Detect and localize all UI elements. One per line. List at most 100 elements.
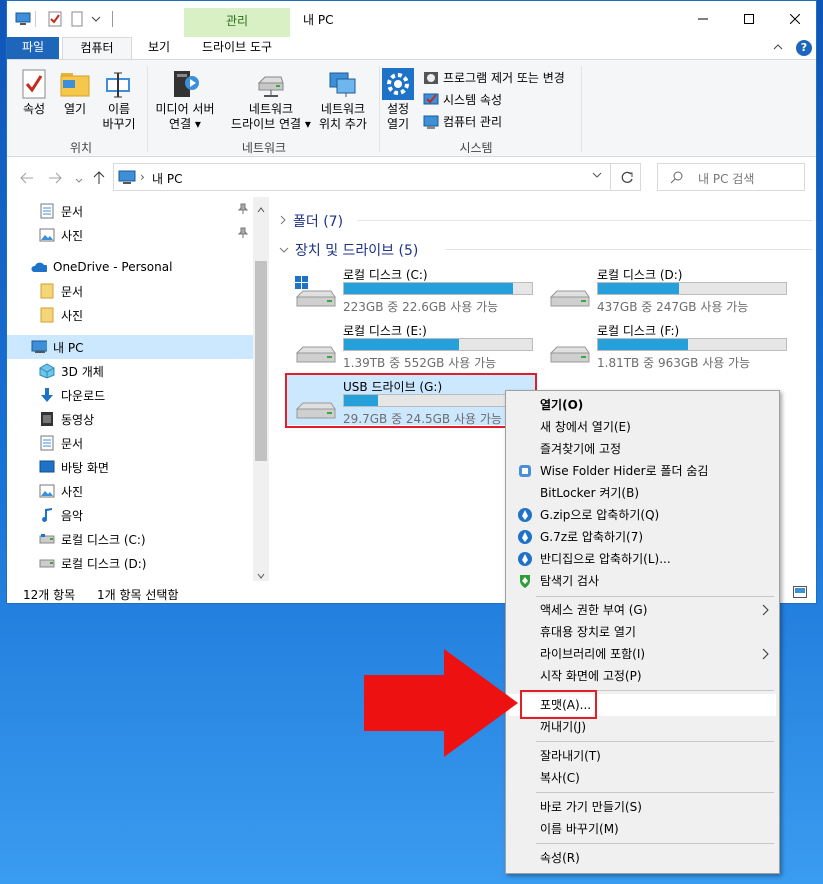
- group-header-folders[interactable]: 폴더 (7): [279, 211, 343, 231]
- nav-item-quick-documents[interactable]: 문서: [7, 199, 253, 223]
- drive-usage-bar: [343, 338, 533, 351]
- menu-item-copy[interactable]: 복사(C): [509, 767, 776, 789]
- menu-item-open[interactable]: 열기(O): [509, 394, 776, 416]
- menu-separator: [536, 843, 774, 844]
- add-location-line1: 네트워크: [320, 102, 366, 116]
- menu-item-cut[interactable]: 잘라내기(T): [509, 745, 776, 767]
- help-icon[interactable]: ?: [796, 40, 812, 56]
- nav-item-quick-pictures[interactable]: 사진: [7, 223, 253, 247]
- computer-management-label: 컴퓨터 관리: [443, 115, 503, 129]
- drive-name: 로컬 디스크 (D:): [597, 268, 683, 282]
- menu-item-explorer-scan[interactable]: 탐색기 검사: [509, 570, 776, 592]
- properties-check-icon[interactable]: [47, 11, 63, 27]
- uninstall-label: 프로그램 제거 또는 변경: [443, 71, 565, 85]
- menu-item-wise-folder-hider[interactable]: Wise Folder Hider로 폴더 숨김: [509, 460, 776, 482]
- breadcrumb[interactable]: 내 PC: [152, 170, 182, 187]
- up-arrow-icon[interactable]: [91, 170, 107, 186]
- pin-icon[interactable]: [237, 227, 249, 242]
- tab-file[interactable]: 파일: [7, 37, 59, 59]
- menu-item-open-new-window[interactable]: 새 창에서 열기(E): [509, 416, 776, 438]
- address-dropdown-icon[interactable]: [592, 170, 602, 183]
- system-properties-button[interactable]: 시스템 속성: [423, 90, 502, 110]
- nav-item-documents[interactable]: 문서: [7, 431, 253, 455]
- pc-icon[interactable]: [15, 11, 31, 27]
- rename-button[interactable]: 이름 바꾸기: [95, 68, 143, 132]
- tab-manage[interactable]: 관리: [184, 8, 290, 37]
- menu-item-bitlocker[interactable]: BitLocker 켜기(B): [509, 482, 776, 504]
- tab-view[interactable]: 보기: [134, 37, 184, 59]
- divider: [147, 66, 148, 152]
- computer-management-button[interactable]: 컴퓨터 관리: [423, 112, 502, 132]
- menu-item-include-library[interactable]: 라이브러리에 포함(I): [509, 643, 776, 665]
- nav-item-onedrive-documents[interactable]: 문서: [7, 279, 253, 303]
- open-settings-button[interactable]: 설정 열기: [381, 68, 415, 132]
- menu-item-eject[interactable]: 꺼내기(J): [509, 716, 776, 738]
- red-arrow-icon: [364, 649, 518, 757]
- nav-item-drive-c[interactable]: 로컬 디스크 (C:): [7, 527, 253, 551]
- tab-computer[interactable]: 컴퓨터: [62, 37, 132, 60]
- media-server-button[interactable]: 미디어 서버 연결 ▾: [151, 68, 219, 132]
- collapse-ribbon-icon[interactable]: [772, 41, 784, 56]
- menu-item-zip[interactable]: G.zip으로 압축하기(Q): [509, 504, 776, 526]
- media-server-line1: 미디어 서버: [155, 102, 215, 116]
- open-label: 열기: [63, 102, 87, 116]
- menu-item-pin-start[interactable]: 시작 화면에 고정(P): [509, 665, 776, 687]
- drive-usage-fill: [344, 339, 459, 350]
- map-drive-button[interactable]: 네트워크 드라이브 연결 ▾: [223, 68, 319, 132]
- drive-d[interactable]: 로컬 디스크 (D:) 437GB 중 247GB 사용 가능: [541, 263, 791, 314]
- properties-button[interactable]: 속성: [17, 68, 51, 117]
- menu-item-give-access[interactable]: 액세스 권한 부여 (G): [509, 599, 776, 621]
- scroll-up-icon[interactable]: [257, 203, 265, 216]
- nav-item-videos[interactable]: 동영상: [7, 407, 253, 431]
- menu-item-open-portable[interactable]: 휴대용 장치로 열기: [509, 621, 776, 643]
- menu-item-7z[interactable]: G.7z로 압축하기(7): [509, 526, 776, 548]
- back-arrow-icon[interactable]: [19, 170, 35, 186]
- drive-e[interactable]: 로컬 디스크 (E:) 1.39TB 중 552GB 사용 가능: [287, 319, 537, 370]
- pin-icon[interactable]: [237, 203, 249, 218]
- scroll-down-icon[interactable]: [257, 569, 265, 581]
- uninstall-program-button[interactable]: 프로그램 제거 또는 변경: [423, 68, 565, 88]
- search-input[interactable]: 내 PC 검색: [657, 163, 805, 191]
- add-network-location-button[interactable]: 네트워크 위치 추가: [309, 68, 377, 132]
- drive-f[interactable]: 로컬 디스크 (F:) 1.81TB 중 963GB 사용 가능: [541, 319, 791, 370]
- new-document-icon[interactable]: [69, 11, 85, 27]
- group-header-devices[interactable]: 장치 및 드라이브 (5): [279, 240, 418, 260]
- large-icons-view-icon[interactable]: [793, 586, 807, 601]
- minimize-button[interactable]: [680, 1, 726, 37]
- close-button[interactable]: [772, 1, 816, 37]
- recent-chevron-icon[interactable]: [71, 173, 87, 189]
- nav-item-drive-d[interactable]: 로컬 디스크 (D:): [7, 551, 253, 575]
- navigation-pane: 문서 사진 OneDrive - Personal 문서 사진 내 PC 3D …: [7, 197, 269, 581]
- highlight-usb-drive: [285, 373, 537, 428]
- search-placeholder: 내 PC 검색: [698, 172, 755, 186]
- maximize-button[interactable]: [726, 1, 772, 37]
- nav-item-downloads[interactable]: 다운로드: [7, 383, 253, 407]
- nav-item-this-pc[interactable]: 내 PC: [7, 335, 253, 359]
- nav-item-desktop[interactable]: 바탕 화면: [7, 455, 253, 479]
- nav-item-pictures[interactable]: 사진: [7, 479, 253, 503]
- forward-arrow-icon[interactable]: [47, 170, 63, 186]
- drive-icon: [547, 329, 591, 365]
- devices-header-label: 장치 및 드라이브 (5): [295, 243, 419, 259]
- refresh-icon[interactable]: [620, 170, 634, 187]
- menu-item-bandizip[interactable]: 반디집으로 압축하기(L)...: [509, 548, 776, 570]
- tab-drive-tools[interactable]: 드라이브 도구: [187, 37, 287, 59]
- menu-item-rename[interactable]: 이름 바꾸기(M): [509, 818, 776, 840]
- address-field[interactable]: › 내 PC: [113, 163, 641, 191]
- menu-separator: [536, 596, 774, 597]
- item-count: 12개 항목: [23, 588, 76, 602]
- drive-c[interactable]: 로컬 디스크 (C:) 223GB 중 22.6GB 사용 가능: [287, 263, 537, 314]
- menu-item-pin-quick-access[interactable]: 즐겨찾기에 고정: [509, 438, 776, 460]
- desktop-icon: [39, 459, 55, 475]
- chevron-down-icon[interactable]: [91, 14, 107, 30]
- nav-item-onedrive[interactable]: OneDrive - Personal: [7, 255, 253, 279]
- open-button[interactable]: 열기: [57, 68, 93, 117]
- nav-item-3d-objects[interactable]: 3D 개체: [7, 359, 253, 383]
- nav-scrollbar[interactable]: [253, 197, 269, 581]
- scroll-thumb[interactable]: [255, 261, 267, 461]
- media-server-line2: 연결 ▾: [169, 117, 201, 131]
- menu-item-create-shortcut[interactable]: 바로 가기 만들기(S): [509, 796, 776, 818]
- menu-item-properties[interactable]: 속성(R): [509, 847, 776, 869]
- nav-item-music[interactable]: 음악: [7, 503, 253, 527]
- nav-item-onedrive-pictures[interactable]: 사진: [7, 303, 253, 327]
